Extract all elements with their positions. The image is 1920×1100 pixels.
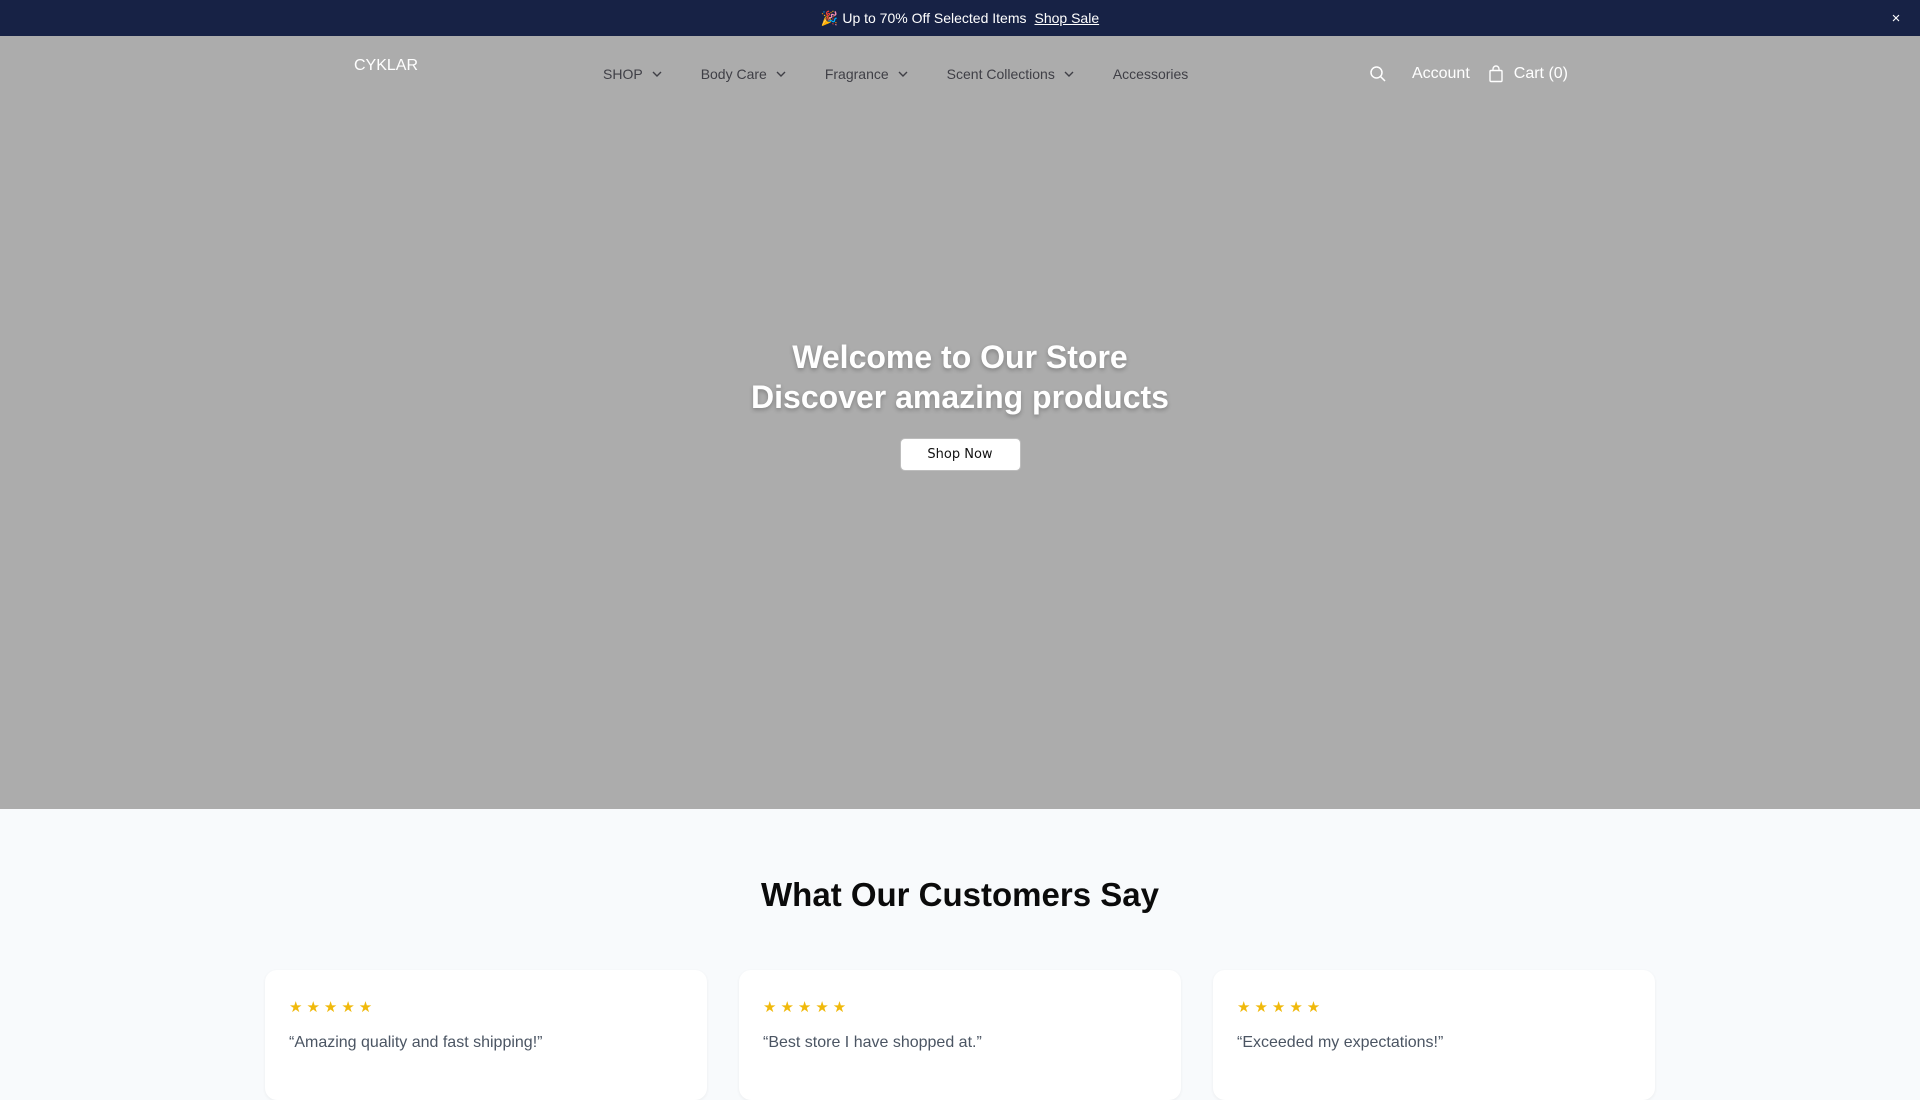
party-popper-icon: 🎉 <box>820 9 839 26</box>
hero-content: Welcome to Our Store Discover amazing pr… <box>0 337 1920 471</box>
shop-now-button[interactable]: Shop Now <box>899 438 1021 471</box>
reviews-heading: What Our Customers Say <box>761 876 1159 913</box>
nav-item-scent-collections[interactable]: Scent Collections <box>947 66 1075 82</box>
review-quote: “Amazing quality and fast shipping!” <box>289 1034 543 1051</box>
main-nav: SHOP Body Care Fragrance Scent Collectio… <box>603 66 1188 82</box>
nav-item-fragrance[interactable]: Fragrance <box>825 66 909 82</box>
star-rating-icon: ★★★★★ <box>289 999 377 1016</box>
nav-item-label: Fragrance <box>824 66 889 82</box>
close-announcement-button[interactable]: × <box>1886 8 1906 28</box>
cart-label: Cart (0) <box>1513 65 1568 82</box>
header-actions: Account Cart (0) <box>1369 65 1568 83</box>
close-icon: × <box>1891 9 1901 27</box>
cart-link[interactable]: Cart (0) <box>1488 65 1568 83</box>
star-rating-icon: ★★★★★ <box>1237 999 1325 1016</box>
hero-title-line2: Discover amazing products <box>751 379 1169 415</box>
review-card: ★★★★★ “Amazing quality and fast shipping… <box>265 970 707 1100</box>
nav-item-label: Scent Collections <box>946 66 1055 82</box>
review-quote: “Best store I have shopped at.” <box>763 1034 982 1051</box>
nav-item-shop[interactable]: SHOP <box>603 66 663 82</box>
review-card: ★★★★★ “Best store I have shopped at.” <box>739 970 1181 1100</box>
hero-title: Welcome to Our Store Discover amazing pr… <box>751 337 1169 417</box>
nav-item-label: Accessories <box>1112 66 1189 82</box>
logo-alt-text: CYKLAR <box>354 57 419 74</box>
nav-item-accessories[interactable]: Accessories <box>1113 66 1188 82</box>
shopping-bag-icon <box>1489 65 1503 83</box>
chevron-down-icon <box>776 71 786 77</box>
chevron-down-icon <box>1064 71 1074 77</box>
shop-sale-link[interactable]: Shop Sale <box>1035 10 1100 26</box>
nav-item-label: Body Care <box>700 66 767 82</box>
account-link[interactable]: Account <box>1412 65 1470 83</box>
review-card: ★★★★★ “Exceeded my expectations!” <box>1213 970 1655 1100</box>
nav-item-body-care[interactable]: Body Care <box>701 66 787 82</box>
review-quote: “Exceeded my expectations!” <box>1237 1034 1444 1051</box>
chevron-down-icon <box>652 71 662 77</box>
site-header: CYKLAR SHOP Body Care Fragrance Scent Co… <box>0 36 1920 116</box>
announcement-bar: 🎉 Up to 70% Off Selected Items Shop Sale… <box>0 0 1920 36</box>
hero-title-line1: Welcome to Our Store <box>792 339 1128 375</box>
nav-item-label: SHOP <box>603 66 643 82</box>
announcement-text: Up to 70% Off Selected Items <box>842 10 1027 26</box>
chevron-down-icon <box>898 71 908 77</box>
search-icon[interactable] <box>1369 65 1387 83</box>
star-rating-icon: ★★★★★ <box>763 999 851 1016</box>
logo-link[interactable]: CYKLAR <box>352 57 418 75</box>
